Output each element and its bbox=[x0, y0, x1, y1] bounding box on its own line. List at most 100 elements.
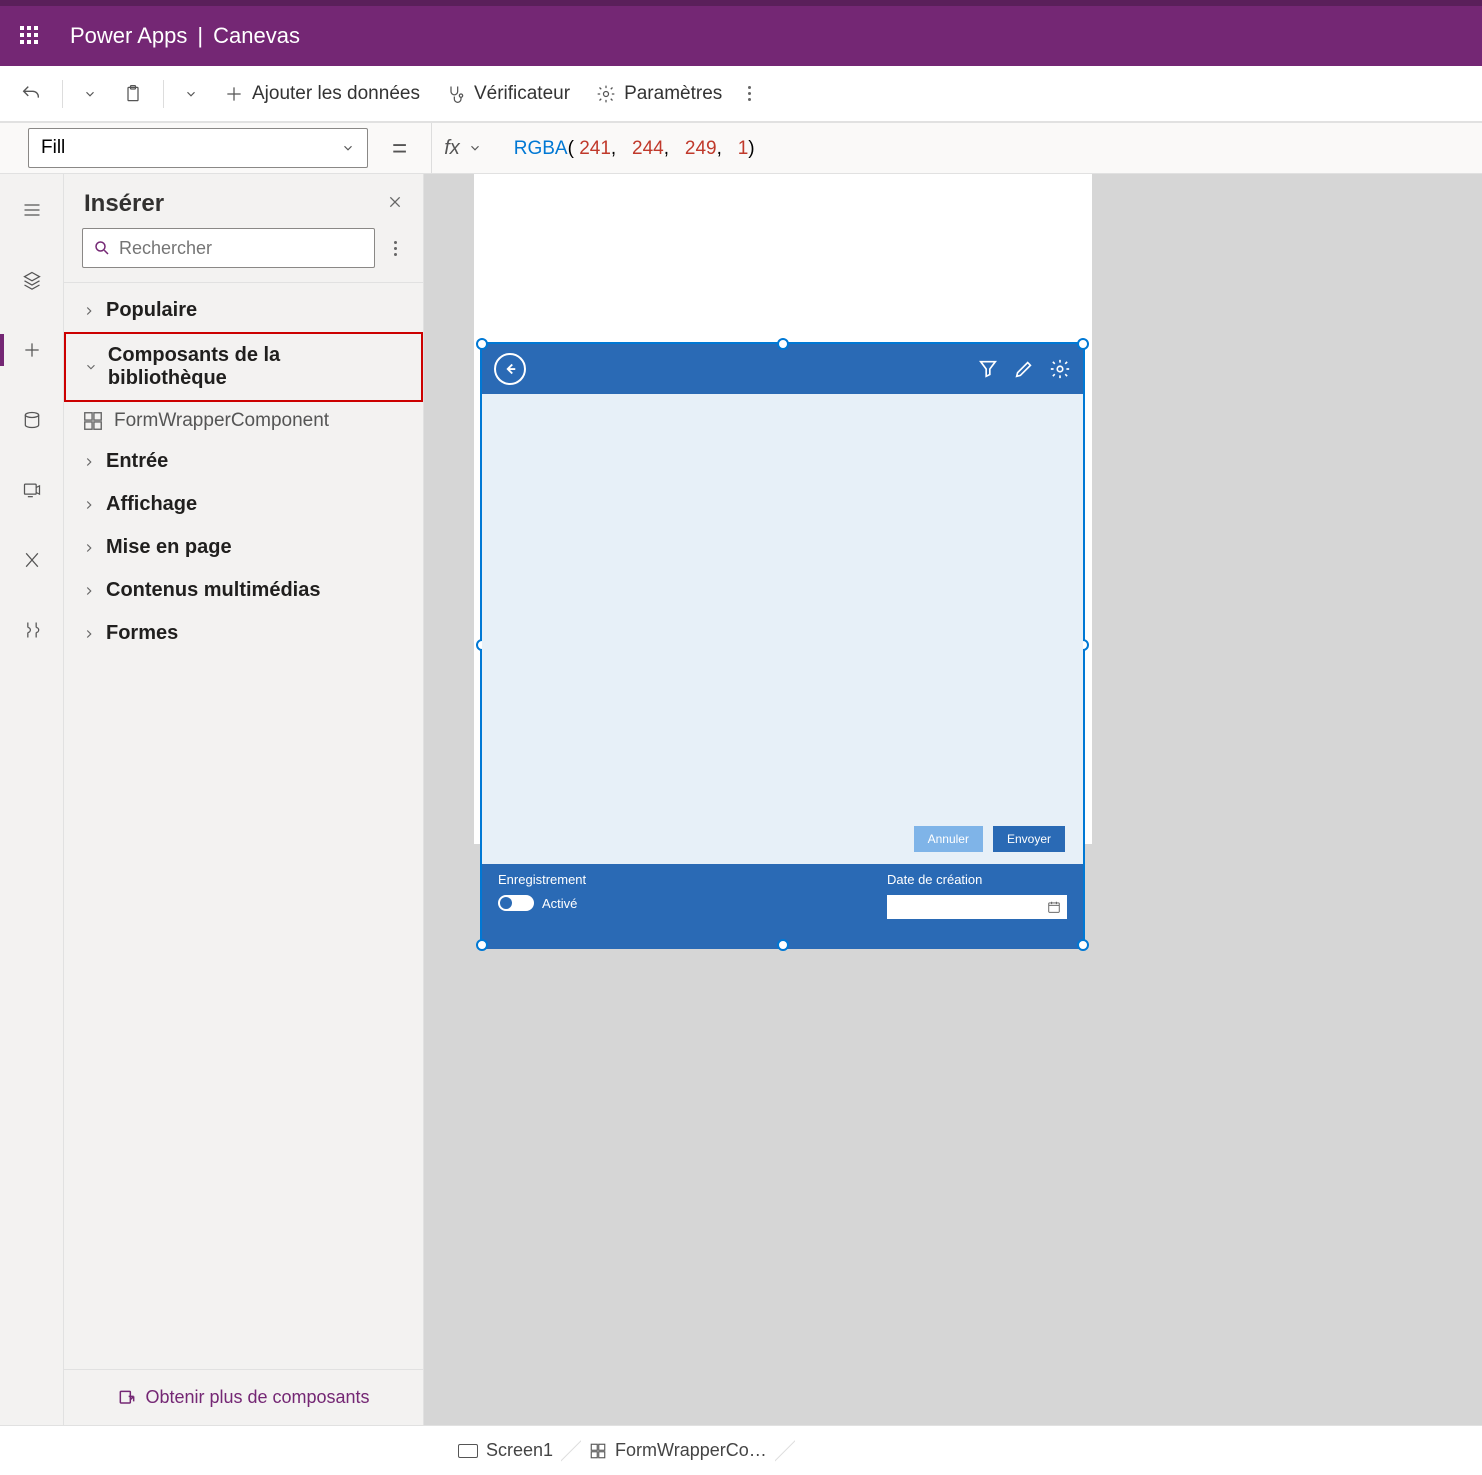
stethoscope-icon bbox=[446, 84, 466, 104]
settings-button[interactable]: Paramètres bbox=[590, 79, 728, 109]
category-media[interactable]: Contenus multimédias bbox=[64, 569, 423, 612]
rail-data[interactable] bbox=[12, 400, 52, 440]
design-canvas[interactable]: Annuler Envoyer Enregistrement Activé Da… bbox=[424, 174, 1482, 1425]
panel-close-button[interactable] bbox=[387, 194, 403, 215]
component-footer: Enregistrement Activé Date de création bbox=[482, 864, 1083, 949]
media-icon bbox=[22, 480, 42, 500]
add-data-label: Ajouter les données bbox=[252, 83, 420, 105]
chevron-down-icon bbox=[83, 87, 97, 101]
panel-more-button[interactable] bbox=[385, 241, 405, 256]
category-input[interactable]: Entrée bbox=[64, 440, 423, 483]
breadcrumb-component[interactable]: FormWrapperCo… bbox=[571, 1426, 785, 1475]
undo-icon bbox=[20, 83, 42, 105]
chevron-down-icon bbox=[341, 141, 355, 155]
chevron-down-icon bbox=[184, 87, 198, 101]
edit-icon[interactable] bbox=[1013, 358, 1035, 380]
category-display[interactable]: Affichage bbox=[64, 483, 423, 526]
more-commands[interactable] bbox=[742, 82, 757, 105]
filter-icon[interactable] bbox=[977, 358, 999, 380]
app-header: Power Apps | Canevas bbox=[0, 0, 1482, 66]
date-input[interactable] bbox=[887, 895, 1067, 919]
checker-button[interactable]: Vérificateur bbox=[440, 79, 576, 109]
app-name: Power Apps bbox=[70, 23, 187, 49]
chevron-right-icon bbox=[82, 455, 96, 469]
resize-handle[interactable] bbox=[777, 939, 789, 951]
property-value: Fill bbox=[41, 137, 65, 159]
insert-panel: Insérer Populaire Composants de la bibli… bbox=[64, 174, 424, 1425]
close-icon bbox=[387, 194, 403, 210]
chevron-right-icon bbox=[82, 627, 96, 641]
left-rail bbox=[0, 174, 64, 1425]
hamburger-icon bbox=[22, 200, 42, 220]
plus-icon bbox=[224, 84, 244, 104]
chevron-down-icon bbox=[84, 360, 98, 374]
category-layout[interactable]: Mise en page bbox=[64, 526, 423, 569]
import-icon bbox=[117, 1388, 137, 1408]
chevron-down-icon bbox=[468, 141, 482, 155]
resize-handle[interactable] bbox=[1077, 939, 1089, 951]
undo-dropdown[interactable] bbox=[77, 83, 103, 105]
plus-icon bbox=[22, 340, 42, 360]
database-icon bbox=[22, 410, 42, 430]
calendar-icon bbox=[1047, 900, 1061, 914]
paste-dropdown[interactable] bbox=[178, 83, 204, 105]
breadcrumb-screen[interactable]: Screen1 bbox=[440, 1426, 571, 1475]
property-selector[interactable]: Fill bbox=[28, 128, 368, 168]
record-label: Enregistrement bbox=[498, 872, 586, 887]
settings-label: Paramètres bbox=[624, 83, 722, 105]
formula-input[interactable]: RGBA( 241, 244, 249, 1) bbox=[514, 137, 755, 160]
gear-icon[interactable] bbox=[1049, 358, 1071, 380]
paste-button[interactable] bbox=[117, 80, 149, 108]
screen-icon bbox=[458, 1444, 478, 1458]
component-icon bbox=[589, 1442, 607, 1460]
resize-handle[interactable] bbox=[476, 338, 488, 350]
category-popular[interactable]: Populaire bbox=[64, 289, 423, 332]
search-icon bbox=[93, 239, 111, 257]
resize-handle[interactable] bbox=[476, 939, 488, 951]
chevron-right-icon bbox=[82, 584, 96, 598]
gear-icon bbox=[596, 84, 616, 104]
get-more-components-link[interactable]: Obtenir plus de composants bbox=[117, 1387, 369, 1408]
back-button[interactable] bbox=[494, 353, 526, 385]
cancel-button[interactable]: Annuler bbox=[914, 826, 983, 852]
search-box[interactable] bbox=[82, 228, 375, 268]
category-shapes[interactable]: Formes bbox=[64, 612, 423, 655]
equals-sign: = bbox=[368, 133, 431, 164]
checker-label: Vérificateur bbox=[474, 83, 570, 105]
fx-button[interactable]: fx bbox=[431, 123, 494, 173]
variable-icon bbox=[22, 550, 42, 570]
component-body: Annuler Envoyer bbox=[482, 394, 1083, 864]
arrow-left-icon bbox=[501, 360, 519, 378]
category-library-components[interactable]: Composants de la bibliothèque bbox=[64, 332, 423, 402]
active-label: Activé bbox=[542, 896, 577, 911]
fx-icon: fx bbox=[444, 137, 460, 160]
rail-tree-view[interactable] bbox=[12, 260, 52, 300]
resize-handle[interactable] bbox=[777, 338, 789, 350]
layers-icon bbox=[22, 270, 42, 290]
search-input[interactable] bbox=[119, 238, 364, 259]
tools-icon bbox=[22, 620, 42, 640]
undo-button[interactable] bbox=[14, 79, 48, 109]
rail-hamburger[interactable] bbox=[12, 190, 52, 230]
rail-insert[interactable] bbox=[12, 330, 52, 370]
rail-tools[interactable] bbox=[12, 610, 52, 650]
app-launcher-icon[interactable] bbox=[20, 26, 40, 46]
resize-handle[interactable] bbox=[1077, 338, 1089, 350]
component-formwrapper[interactable]: FormWrapperComponent bbox=[64, 402, 423, 440]
breadcrumb: Screen1 FormWrapperCo… bbox=[0, 1425, 1482, 1475]
rail-media[interactable] bbox=[12, 470, 52, 510]
submit-button[interactable]: Envoyer bbox=[993, 826, 1065, 852]
add-data-button[interactable]: Ajouter les données bbox=[218, 79, 426, 109]
active-toggle[interactable] bbox=[498, 895, 534, 911]
formula-bar: Fill = fx RGBA( 241, 244, 249, 1) bbox=[0, 122, 1482, 174]
clipboard-icon bbox=[123, 84, 143, 104]
chevron-right-icon bbox=[82, 498, 96, 512]
rail-variables[interactable] bbox=[12, 540, 52, 580]
component-header bbox=[482, 344, 1083, 394]
selected-component[interactable]: Annuler Envoyer Enregistrement Activé Da… bbox=[480, 342, 1085, 947]
panel-title: Insérer bbox=[84, 190, 164, 218]
chevron-right-icon bbox=[82, 304, 96, 318]
component-icon bbox=[82, 410, 104, 432]
command-bar: Ajouter les données Vérificateur Paramèt… bbox=[0, 66, 1482, 122]
panel-footer: Obtenir plus de composants bbox=[64, 1369, 423, 1425]
